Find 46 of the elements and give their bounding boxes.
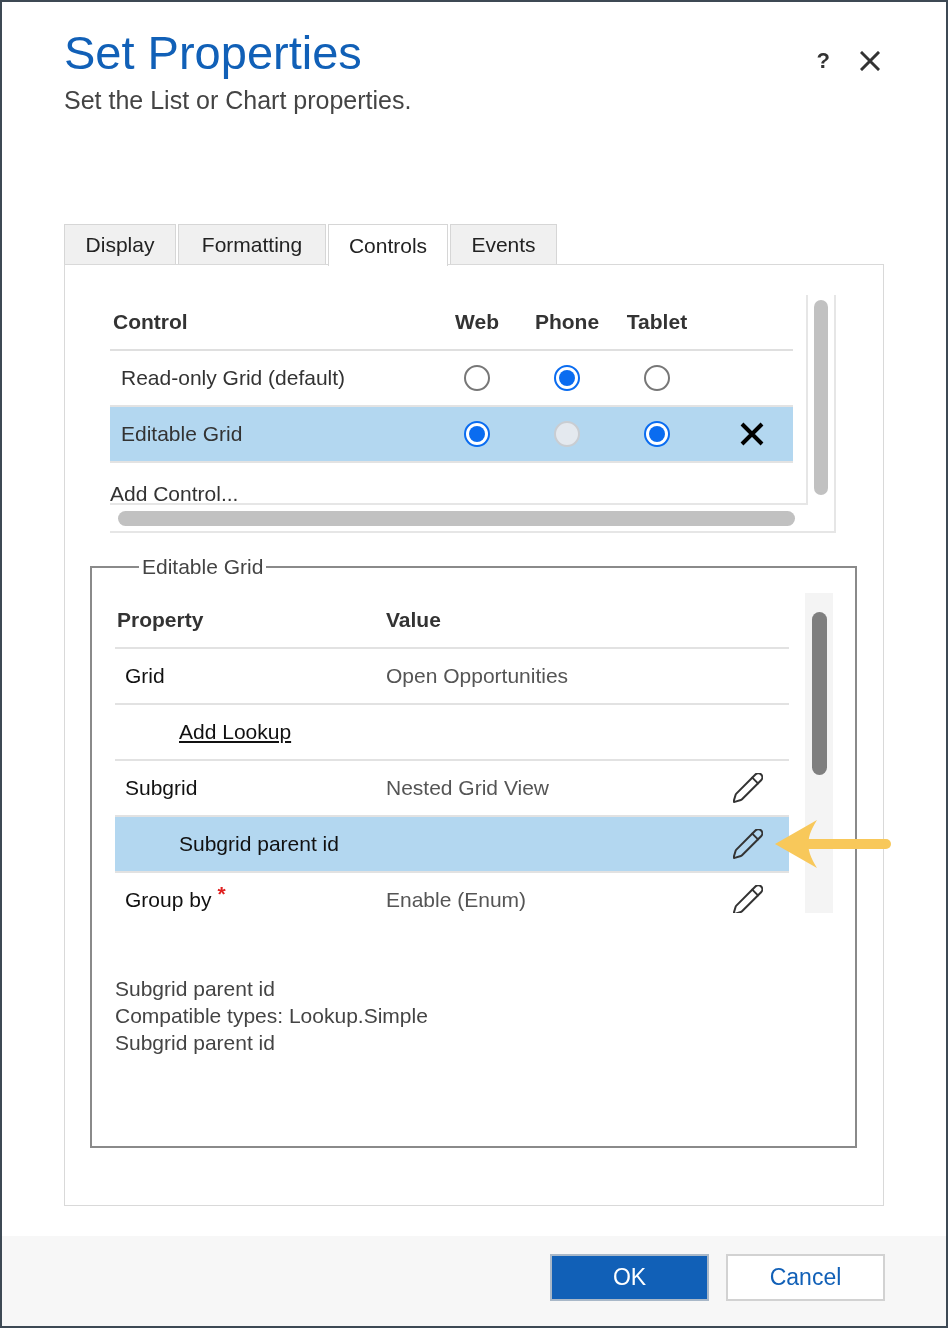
property-value: Enable (Enum) <box>386 888 527 912</box>
property-name: Group by <box>125 887 212 913</box>
control-row[interactable]: Editable Grid <box>110 407 793 463</box>
column-header: Control <box>113 310 188 334</box>
close-icon[interactable] <box>860 51 880 71</box>
pencil-icon[interactable] <box>733 829 763 859</box>
remove-icon[interactable] <box>739 422 764 446</box>
add-control-link[interactable]: Add Control... <box>110 482 239 503</box>
property-name: Subgrid <box>125 775 198 802</box>
description-line: Subgrid parent id <box>115 1030 275 1056</box>
cancel-button[interactable]: Cancel <box>726 1254 885 1301</box>
radio-button[interactable] <box>644 365 670 391</box>
radio-button[interactable] <box>644 421 670 447</box>
dialog-title: Set Properties <box>64 26 362 80</box>
pencil-icon[interactable] <box>733 885 763 913</box>
column-header: Value <box>386 608 441 632</box>
required-marker: * <box>217 884 226 905</box>
ok-button[interactable]: OK <box>550 1254 709 1301</box>
dialog-subtitle: Set the List or Chart properties. <box>64 85 412 116</box>
help-button[interactable]: ? <box>816 48 830 74</box>
control-name: Editable Grid <box>121 422 243 446</box>
property-value: Nested Grid View <box>386 776 550 800</box>
tab[interactable]: Controls <box>328 224 448 266</box>
column-header: Web <box>455 309 499 336</box>
column-header: Tablet <box>626 309 688 336</box>
scrollbar-thumb[interactable] <box>814 300 828 495</box>
description-line: Subgrid parent id <box>115 976 275 1002</box>
group-legend: Editable Grid <box>139 555 267 579</box>
description-line: Compatible types: Lookup.Simple <box>115 1003 428 1029</box>
property-name: Subgrid parent id <box>179 832 339 856</box>
column-header: Property <box>117 608 204 632</box>
radio-button[interactable] <box>554 365 580 391</box>
radio-button[interactable] <box>464 421 490 447</box>
tab[interactable]: Events <box>450 224 557 264</box>
add-lookup-link[interactable]: Add Lookup <box>179 720 292 744</box>
tab[interactable]: Display <box>64 224 176 264</box>
property-row[interactable]: Subgrid parent id <box>115 817 789 873</box>
property-name: Grid <box>125 663 165 690</box>
property-value: Open Opportunities <box>386 664 569 688</box>
pencil-icon[interactable] <box>733 773 763 803</box>
scrollbar-thumb[interactable] <box>118 510 795 526</box>
scrollbar-thumb[interactable] <box>811 612 827 775</box>
column-header: Phone <box>534 309 600 336</box>
tab[interactable]: Formatting <box>178 224 326 264</box>
radio-button[interactable] <box>464 365 490 391</box>
control-name: Read-only Grid (default) <box>121 366 346 390</box>
